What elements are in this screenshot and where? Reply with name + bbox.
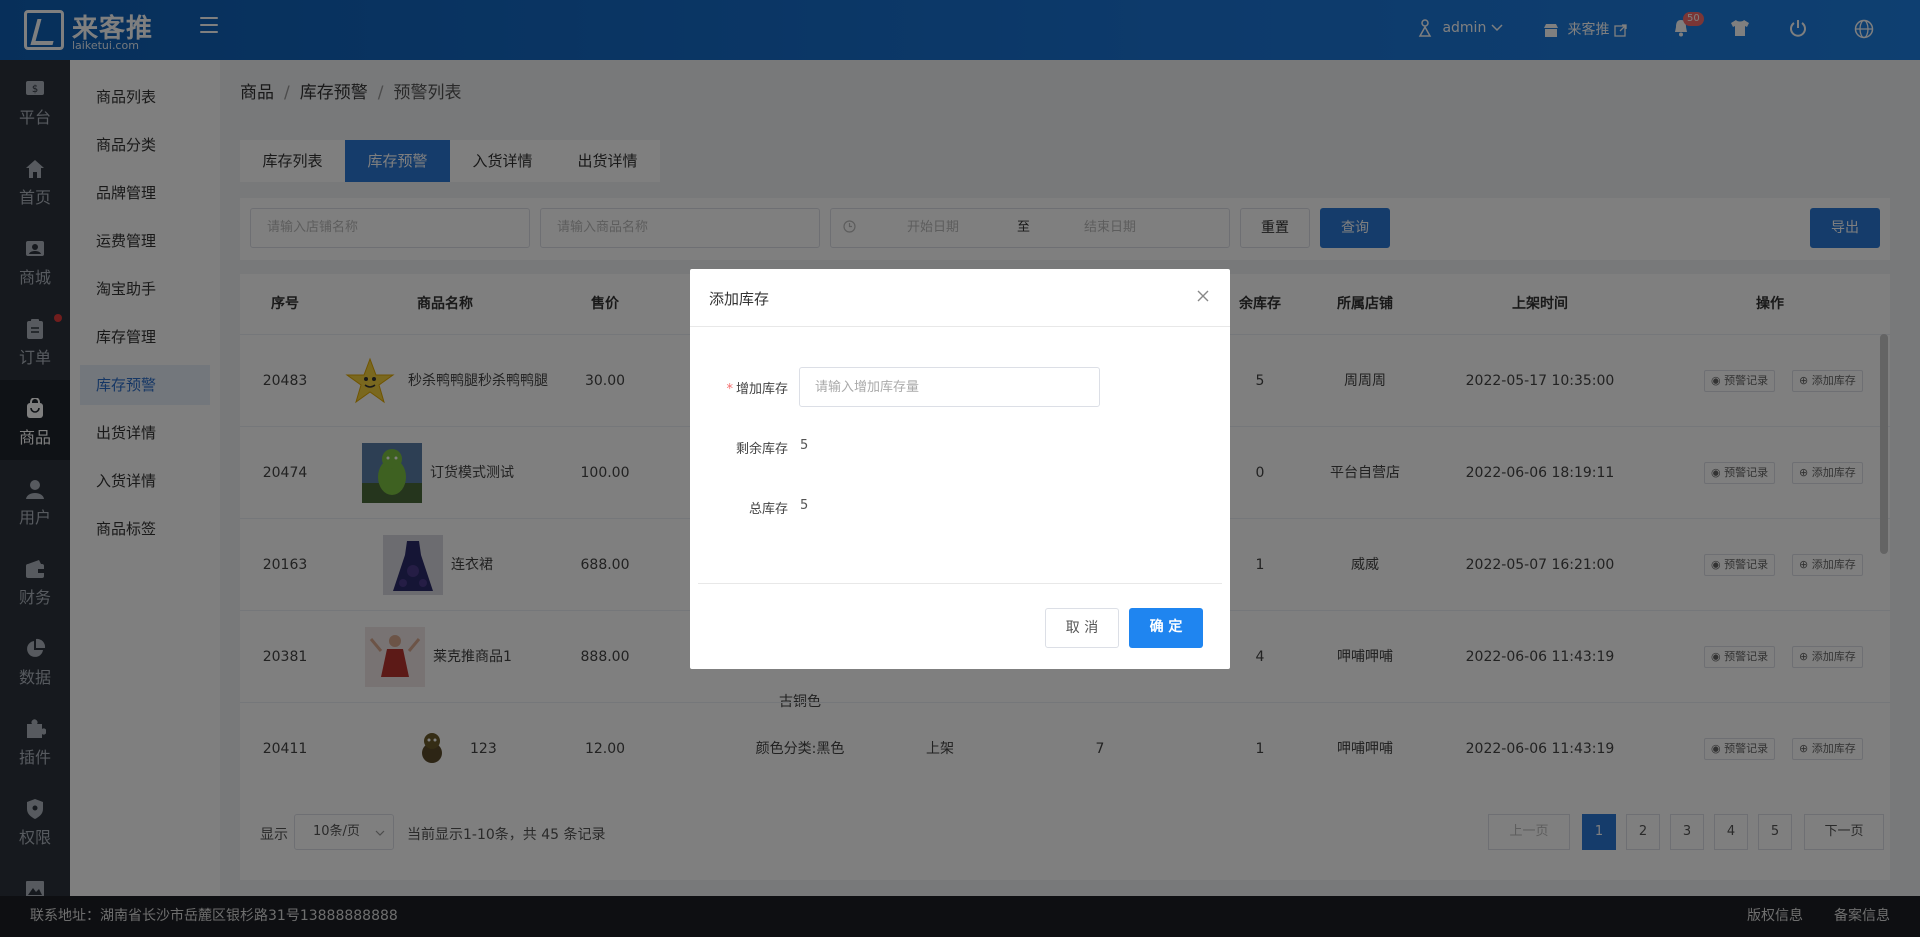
total-stock-value: 5 (800, 498, 809, 513)
total-stock-row: 总库存 5 (690, 487, 1230, 527)
dialog-divider (698, 583, 1222, 584)
add-stock-row: * 增加库存 (690, 367, 1230, 407)
remain-stock-row: 剩余库存 5 (690, 427, 1230, 467)
remain-stock-label: 剩余库存 (735, 442, 788, 457)
cancel-button[interactable]: 取 消 (1045, 608, 1119, 648)
add-stock-input[interactable] (799, 367, 1100, 407)
dialog-title: 添加库存 (709, 290, 770, 308)
total-stock-label: 总库存 (748, 502, 788, 517)
confirm-button[interactable]: 确 定 (1129, 608, 1203, 648)
close-icon[interactable] (1196, 289, 1210, 303)
remain-stock-value: 5 (800, 438, 809, 453)
add-stock-label: * 增加库存 (726, 382, 788, 397)
dialog-header: 添加库存 (690, 269, 1230, 327)
add-stock-dialog: 添加库存 *增加库存 剩余库存 5 总库存 5 取 消 确 定 (690, 269, 1230, 669)
